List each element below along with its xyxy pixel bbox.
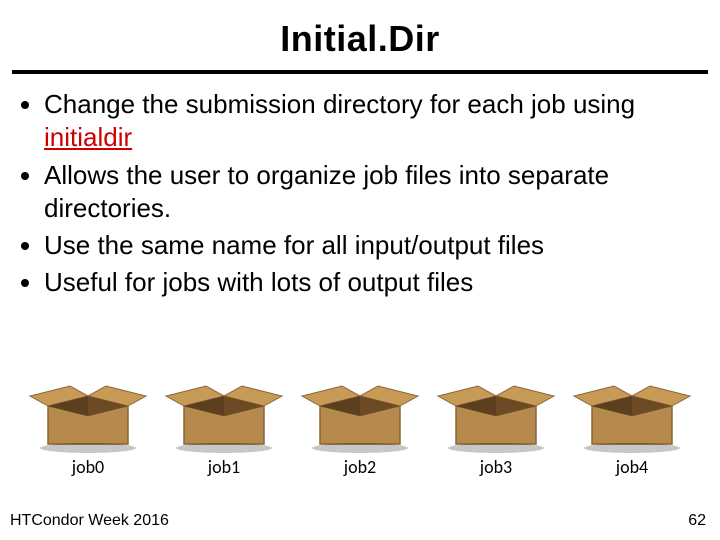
- box-unit: job2: [300, 366, 420, 478]
- slide: Initial.Dir Change the submission direct…: [0, 0, 720, 540]
- box-label: job1: [208, 456, 240, 478]
- bullet-text: Use the same name for all input/output f…: [44, 230, 544, 260]
- bullet-item: Useful for jobs with lots of output file…: [44, 266, 696, 299]
- bullet-text: Useful for jobs with lots of output file…: [44, 267, 473, 297]
- bullet-text: Change the submission directory for each…: [44, 89, 635, 119]
- page-number: 62: [688, 512, 706, 530]
- bullet-item: Use the same name for all input/output f…: [44, 229, 696, 262]
- keyword-initialdir: initialdir: [44, 122, 132, 152]
- open-box-icon: [572, 366, 692, 454]
- box-label: job2: [344, 456, 376, 478]
- box-label: job4: [616, 456, 648, 478]
- open-box-icon: [436, 366, 556, 454]
- box-unit: job3: [436, 366, 556, 478]
- slide-title: Initial.Dir: [0, 0, 720, 60]
- box-unit: job1: [164, 366, 284, 478]
- bullet-list: Change the submission directory for each…: [24, 88, 696, 300]
- bullet-item: Allows the user to organize job files in…: [44, 159, 696, 226]
- bullet-item: Change the submission directory for each…: [44, 88, 696, 155]
- bullet-text: Allows the user to organize job files in…: [44, 160, 609, 223]
- open-box-icon: [300, 366, 420, 454]
- box-label: job0: [72, 456, 104, 478]
- open-box-icon: [164, 366, 284, 454]
- box-unit: job4: [572, 366, 692, 478]
- title-underline: [12, 70, 708, 74]
- footer-left: HTCondor Week 2016: [10, 512, 169, 530]
- box-label: job3: [480, 456, 512, 478]
- open-box-icon: [28, 366, 148, 454]
- box-unit: job0: [28, 366, 148, 478]
- box-row: job0 job1 job2: [0, 366, 720, 478]
